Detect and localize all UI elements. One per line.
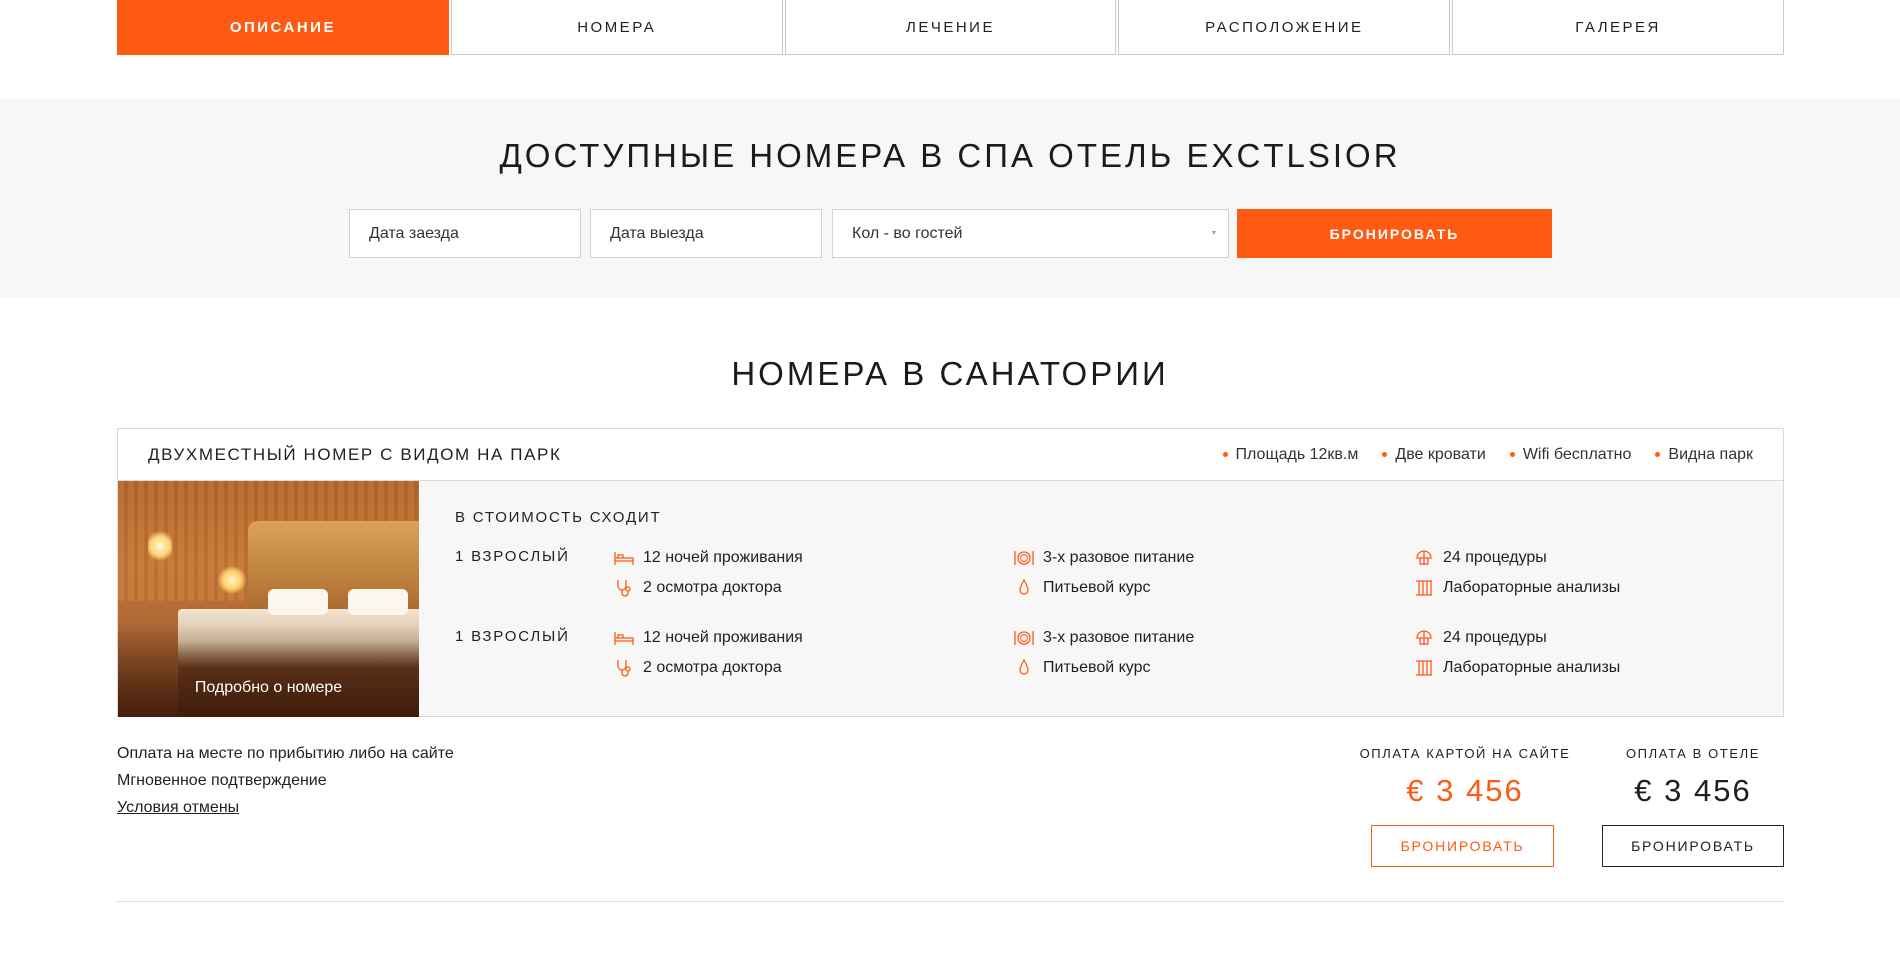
item-label: 24 процедуры <box>1443 629 1547 646</box>
includes-label: В СТОИМОСТЬ СХОДИТ <box>455 509 662 526</box>
water-drop-icon <box>1013 658 1035 678</box>
guest-row: 1 ВЗРОСЛЫЙ 12 ночей проживания 2 осмотра… <box>455 628 1755 688</box>
plate-cutlery-icon <box>1013 628 1035 648</box>
bed-icon <box>613 628 635 648</box>
checkout-placeholder: Дата выезда <box>610 224 704 242</box>
guests-placeholder: Кол - во гостей <box>852 224 963 242</box>
spa-treatment-icon <box>1413 628 1435 648</box>
tab-treatment[interactable]: ЛЕЧЕНИЕ <box>784 0 1117 55</box>
card-price: € 3 456 <box>1406 773 1524 808</box>
item-label: 24 процедуры <box>1443 549 1547 566</box>
included-item: 12 ночей проживания <box>613 628 803 648</box>
divider <box>117 901 1784 902</box>
bed-icon <box>613 548 635 568</box>
confirmation-info: Мгновенное подтверждение <box>117 772 327 789</box>
stethoscope-icon <box>613 578 635 598</box>
feature-label: Wifi бесплатно <box>1522 445 1632 463</box>
room-features: Площадь 12кв.м Две кровати Wifi бесплатн… <box>1222 445 1753 464</box>
item-label: Питьевой курс <box>1043 579 1151 596</box>
feature-item: Видна парк <box>1655 446 1753 464</box>
lab-tubes-icon <box>1413 658 1435 678</box>
plate-cutlery-icon <box>1013 548 1035 568</box>
checkout-date-field[interactable]: Дата выезда <box>590 209 822 258</box>
room-card: ДВУХМЕСТНЫЙ НОМЕР С ВИДОМ НА ПАРК Площад… <box>117 428 1784 717</box>
lab-tubes-icon <box>1413 578 1435 598</box>
feature-item: Две кровати <box>1382 445 1486 464</box>
included-item: 2 осмотра доктора <box>613 658 782 678</box>
feature-label: Площадь 12кв.м <box>1235 445 1359 463</box>
bullet-icon <box>1655 452 1661 457</box>
room-details-link[interactable]: Подробно о номере <box>118 679 419 697</box>
item-label: 12 ночей проживания <box>643 549 803 566</box>
included-item: 24 процедуры <box>1413 628 1547 648</box>
item-label: 2 осмотра доктора <box>643 659 782 676</box>
book-card-button[interactable]: БРОНИРОВАТЬ <box>1371 825 1554 867</box>
item-label: 12 ночей проживания <box>643 629 803 646</box>
bullet-icon <box>1382 452 1388 457</box>
checkin-placeholder: Дата заезда <box>369 224 459 242</box>
tab-rooms[interactable]: НОМЕРА <box>450 0 783 55</box>
stethoscope-icon <box>613 658 635 678</box>
guests-select[interactable]: Кол - во гостей ▾ <box>832 209 1229 258</box>
item-label: 2 осмотра доктора <box>643 579 782 596</box>
bullet-icon <box>1509 452 1515 457</box>
included-item: Питьевой курс <box>1013 658 1151 678</box>
included-item: 3-х разовое питание <box>1013 628 1194 648</box>
item-label: Лабораторные анализы <box>1443 659 1621 676</box>
guest-row: 1 ВЗРОСЛЫЙ 12 ночей проживания 2 осмотра… <box>455 548 1755 608</box>
availability-band: ДОСТУПНЫЕ НОМЕРА В СПА ОТЕЛЬ EXCTLSIOR Д… <box>0 99 1900 298</box>
hotel-payment-label: ОПЛАТА В ОТЕЛЕ <box>1625 746 1761 761</box>
room-card-body: Подробно о номере В СТОИМОСТЬ СХОДИТ 1 В… <box>118 481 1783 717</box>
item-label: Лабораторные анализы <box>1443 579 1621 596</box>
spa-treatment-icon <box>1413 548 1435 568</box>
included-item: 24 процедуры <box>1413 548 1547 568</box>
included-item: 12 ночей проживания <box>613 548 803 568</box>
room-photo[interactable]: Подробно о номере <box>118 481 419 717</box>
feature-item: Площадь 12кв.м <box>1222 445 1359 464</box>
checkin-date-field[interactable]: Дата заезда <box>349 209 581 258</box>
hotel-price: € 3 456 <box>1634 773 1752 808</box>
included-item: Питьевой курс <box>1013 578 1151 598</box>
tab-description[interactable]: ОПИСАНИЕ <box>117 0 449 55</box>
chevron-down-icon: ▾ <box>1211 228 1216 237</box>
card-payment-label: ОПЛАТА КАРТОЙ НА САЙТЕ <box>1359 746 1571 761</box>
section-tabs: ОПИСАНИЕ НОМЕРА ЛЕЧЕНИЕ РАСПОЛОЖЕНИЕ ГАЛ… <box>117 0 1784 55</box>
feature-item: Wifi бесплатно <box>1509 445 1632 464</box>
feature-label: Две кровати <box>1395 445 1486 463</box>
room-card-header: ДВУХМЕСТНЫЙ НОМЕР С ВИДОМ НА ПАРК Площад… <box>118 429 1783 481</box>
rooms-section-title: НОМЕРА В САНАТОРИИ <box>731 355 1169 392</box>
included-item: 3-х разовое питание <box>1013 548 1194 568</box>
cancellation-terms-link[interactable]: Условия отмены <box>117 799 239 817</box>
included-item: Лабораторные анализы <box>1413 578 1620 598</box>
water-drop-icon <box>1013 578 1035 598</box>
room-name: ДВУХМЕСТНЫЙ НОМЕР С ВИДОМ НА ПАРК <box>148 444 562 464</box>
book-hotel-button[interactable]: БРОНИРОВАТЬ <box>1602 825 1784 867</box>
guest-label: 1 ВЗРОСЛЫЙ <box>455 548 570 565</box>
item-label: 3-х разовое питание <box>1043 629 1195 646</box>
payment-info: Оплата на месте по прибытию либо на сайт… <box>117 745 454 762</box>
tab-location[interactable]: РАСПОЛОЖЕНИЕ <box>1118 0 1451 55</box>
availability-title: ДОСТУПНЫЕ НОМЕРА В СПА ОТЕЛЬ EXCTLSIOR <box>499 137 1401 174</box>
guest-label: 1 ВЗРОСЛЫЙ <box>455 628 570 645</box>
included-item: 2 осмотра доктора <box>613 578 782 598</box>
book-search-button[interactable]: БРОНИРОВАТЬ <box>1237 209 1552 258</box>
item-label: Питьевой курс <box>1043 659 1151 676</box>
bullet-icon <box>1222 452 1228 457</box>
included-item: Лабораторные анализы <box>1413 658 1620 678</box>
tab-gallery[interactable]: ГАЛЕРЕЯ <box>1452 0 1784 55</box>
feature-label: Видна парк <box>1668 445 1753 463</box>
item-label: 3-х разовое питание <box>1043 549 1195 566</box>
